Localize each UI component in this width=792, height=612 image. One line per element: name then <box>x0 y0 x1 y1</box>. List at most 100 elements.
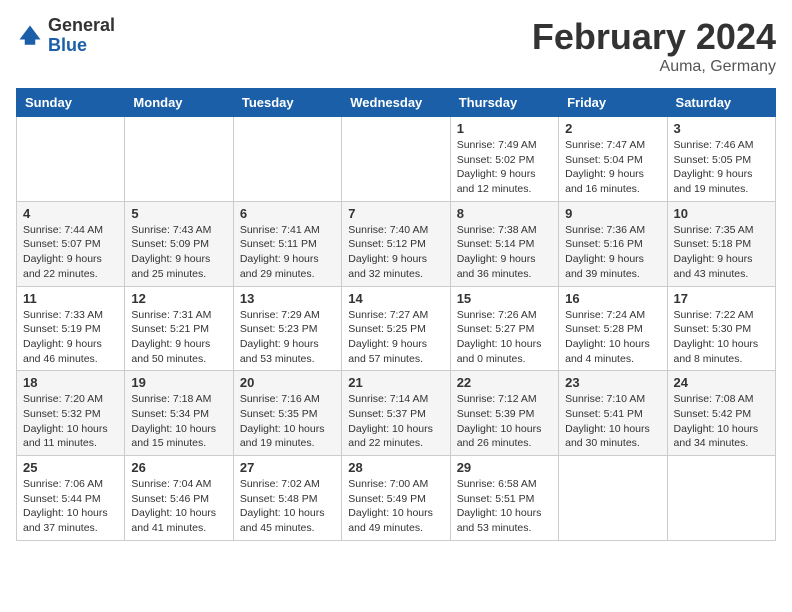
day-info: Sunrise: 7:46 AM Sunset: 5:05 PM Dayligh… <box>674 138 769 197</box>
day-cell: 26Sunrise: 7:04 AM Sunset: 5:46 PM Dayli… <box>125 456 233 541</box>
day-info: Sunrise: 7:08 AM Sunset: 5:42 PM Dayligh… <box>674 392 769 451</box>
day-number: 14 <box>348 291 443 306</box>
day-cell: 9 Sunrise: 7:36 AM Sunset: 5:16 PM Daylig… <box>559 201 667 286</box>
day-number: 7 <box>348 206 443 221</box>
day-number: 21 <box>348 375 443 390</box>
day-cell: 3 Sunrise: 7:46 AM Sunset: 5:05 PM Daylig… <box>667 117 775 202</box>
day-info: Sunrise: 7:16 AM Sunset: 5:35 PM Dayligh… <box>240 392 335 451</box>
day-cell: 5Sunrise: 7:43 AM Sunset: 5:09 PM Daylig… <box>125 201 233 286</box>
calendar-subtitle: Auma, Germany <box>532 58 776 76</box>
day-number: 17 <box>674 291 769 306</box>
day-info: Sunrise: 7:10 AM Sunset: 5:41 PM Dayligh… <box>565 392 660 451</box>
day-cell <box>17 117 125 202</box>
day-number: 4 <box>23 206 118 221</box>
day-number: 19 <box>131 375 226 390</box>
logo: General Blue <box>16 16 115 56</box>
day-info: Sunrise: 7:36 AM Sunset: 5:16 PM Dayligh… <box>565 223 660 282</box>
col-header-friday: Friday <box>559 89 667 117</box>
calendar-table: SundayMondayTuesdayWednesdayThursdayFrid… <box>16 88 776 541</box>
day-number: 29 <box>457 460 552 475</box>
day-cell: 23 Sunrise: 7:10 AM Sunset: 5:41 PM Dayli… <box>559 371 667 456</box>
week-row-4: 18 Sunrise: 7:20 AM Sunset: 5:32 PM Dayli… <box>17 371 776 456</box>
day-number: 18 <box>23 375 118 390</box>
day-cell <box>233 117 341 202</box>
day-number: 20 <box>240 375 335 390</box>
day-info: Sunrise: 7:35 AM Sunset: 5:18 PM Dayligh… <box>674 223 769 282</box>
day-cell: 25 Sunrise: 7:06 AM Sunset: 5:44 PM Dayli… <box>17 456 125 541</box>
day-cell: 6 Sunrise: 7:41 AM Sunset: 5:11 PM Daylig… <box>233 201 341 286</box>
day-info: Sunrise: 7:40 AM Sunset: 5:12 PM Dayligh… <box>348 223 443 282</box>
day-info: Sunrise: 7:38 AM Sunset: 5:14 PM Dayligh… <box>457 223 552 282</box>
col-header-monday: Monday <box>125 89 233 117</box>
day-cell: 11Sunrise: 7:33 AM Sunset: 5:19 PM Dayli… <box>17 286 125 371</box>
day-cell: 29 Sunrise: 6:58 AM Sunset: 5:51 PM Dayli… <box>450 456 558 541</box>
col-header-saturday: Saturday <box>667 89 775 117</box>
col-header-wednesday: Wednesday <box>342 89 450 117</box>
day-number: 12 <box>131 291 226 306</box>
header-row: SundayMondayTuesdayWednesdayThursdayFrid… <box>17 89 776 117</box>
day-number: 15 <box>457 291 552 306</box>
day-info: Sunrise: 7:41 AM Sunset: 5:11 PM Dayligh… <box>240 223 335 282</box>
day-info: Sunrise: 7:31 AM Sunset: 5:21 PM Dayligh… <box>131 308 226 367</box>
col-header-thursday: Thursday <box>450 89 558 117</box>
logo-general-text: General <box>48 16 115 36</box>
day-info: Sunrise: 7:49 AM Sunset: 5:02 PM Dayligh… <box>457 138 552 197</box>
day-cell: 17 Sunrise: 7:22 AM Sunset: 5:30 PM Dayli… <box>667 286 775 371</box>
day-info: Sunrise: 7:06 AM Sunset: 5:44 PM Dayligh… <box>23 477 118 536</box>
title-area: February 2024 Auma, Germany <box>532 16 776 76</box>
day-cell: 24 Sunrise: 7:08 AM Sunset: 5:42 PM Dayli… <box>667 371 775 456</box>
day-number: 6 <box>240 206 335 221</box>
day-cell <box>559 456 667 541</box>
day-info: Sunrise: 7:27 AM Sunset: 5:25 PM Dayligh… <box>348 308 443 367</box>
day-info: Sunrise: 7:14 AM Sunset: 5:37 PM Dayligh… <box>348 392 443 451</box>
day-number: 23 <box>565 375 660 390</box>
day-info: Sunrise: 7:47 AM Sunset: 5:04 PM Dayligh… <box>565 138 660 197</box>
logo-blue-text: Blue <box>48 36 115 56</box>
day-number: 11 <box>23 291 118 306</box>
day-cell: 16Sunrise: 7:24 AM Sunset: 5:28 PM Dayli… <box>559 286 667 371</box>
day-number: 9 <box>565 206 660 221</box>
day-cell <box>342 117 450 202</box>
day-cell: 22Sunrise: 7:12 AM Sunset: 5:39 PM Dayli… <box>450 371 558 456</box>
day-number: 3 <box>674 121 769 136</box>
day-info: Sunrise: 7:20 AM Sunset: 5:32 PM Dayligh… <box>23 392 118 451</box>
day-number: 5 <box>131 206 226 221</box>
day-cell: 20 Sunrise: 7:16 AM Sunset: 5:35 PM Dayli… <box>233 371 341 456</box>
day-cell: 18 Sunrise: 7:20 AM Sunset: 5:32 PM Dayli… <box>17 371 125 456</box>
day-cell: 12 Sunrise: 7:31 AM Sunset: 5:21 PM Dayli… <box>125 286 233 371</box>
col-header-tuesday: Tuesday <box>233 89 341 117</box>
day-number: 2 <box>565 121 660 136</box>
day-cell: 2 Sunrise: 7:47 AM Sunset: 5:04 PM Daylig… <box>559 117 667 202</box>
week-row-2: 4 Sunrise: 7:44 AM Sunset: 5:07 PM Daylig… <box>17 201 776 286</box>
day-number: 13 <box>240 291 335 306</box>
day-info: Sunrise: 7:29 AM Sunset: 5:23 PM Dayligh… <box>240 308 335 367</box>
day-number: 28 <box>348 460 443 475</box>
day-cell: 1 Sunrise: 7:49 AM Sunset: 5:02 PM Daylig… <box>450 117 558 202</box>
header: General Blue February 2024 Auma, Germany <box>16 16 776 76</box>
day-cell: 15Sunrise: 7:26 AM Sunset: 5:27 PM Dayli… <box>450 286 558 371</box>
day-info: Sunrise: 7:22 AM Sunset: 5:30 PM Dayligh… <box>674 308 769 367</box>
day-cell: 19Sunrise: 7:18 AM Sunset: 5:34 PM Dayli… <box>125 371 233 456</box>
day-info: Sunrise: 7:24 AM Sunset: 5:28 PM Dayligh… <box>565 308 660 367</box>
day-cell <box>125 117 233 202</box>
day-info: Sunrise: 7:44 AM Sunset: 5:07 PM Dayligh… <box>23 223 118 282</box>
day-cell: 21 Sunrise: 7:14 AM Sunset: 5:37 PM Dayli… <box>342 371 450 456</box>
week-row-1: 1 Sunrise: 7:49 AM Sunset: 5:02 PM Daylig… <box>17 117 776 202</box>
day-cell: 10 Sunrise: 7:35 AM Sunset: 5:18 PM Dayli… <box>667 201 775 286</box>
day-info: Sunrise: 6:58 AM Sunset: 5:51 PM Dayligh… <box>457 477 552 536</box>
day-info: Sunrise: 7:12 AM Sunset: 5:39 PM Dayligh… <box>457 392 552 451</box>
day-number: 25 <box>23 460 118 475</box>
day-cell: 28Sunrise: 7:00 AM Sunset: 5:49 PM Dayli… <box>342 456 450 541</box>
day-cell: 8 Sunrise: 7:38 AM Sunset: 5:14 PM Daylig… <box>450 201 558 286</box>
col-header-sunday: Sunday <box>17 89 125 117</box>
day-cell: 13 Sunrise: 7:29 AM Sunset: 5:23 PM Dayli… <box>233 286 341 371</box>
week-row-3: 11Sunrise: 7:33 AM Sunset: 5:19 PM Dayli… <box>17 286 776 371</box>
day-number: 26 <box>131 460 226 475</box>
day-number: 24 <box>674 375 769 390</box>
day-number: 10 <box>674 206 769 221</box>
day-info: Sunrise: 7:02 AM Sunset: 5:48 PM Dayligh… <box>240 477 335 536</box>
day-cell: 4 Sunrise: 7:44 AM Sunset: 5:07 PM Daylig… <box>17 201 125 286</box>
day-number: 1 <box>457 121 552 136</box>
day-cell: 7 Sunrise: 7:40 AM Sunset: 5:12 PM Daylig… <box>342 201 450 286</box>
day-number: 8 <box>457 206 552 221</box>
